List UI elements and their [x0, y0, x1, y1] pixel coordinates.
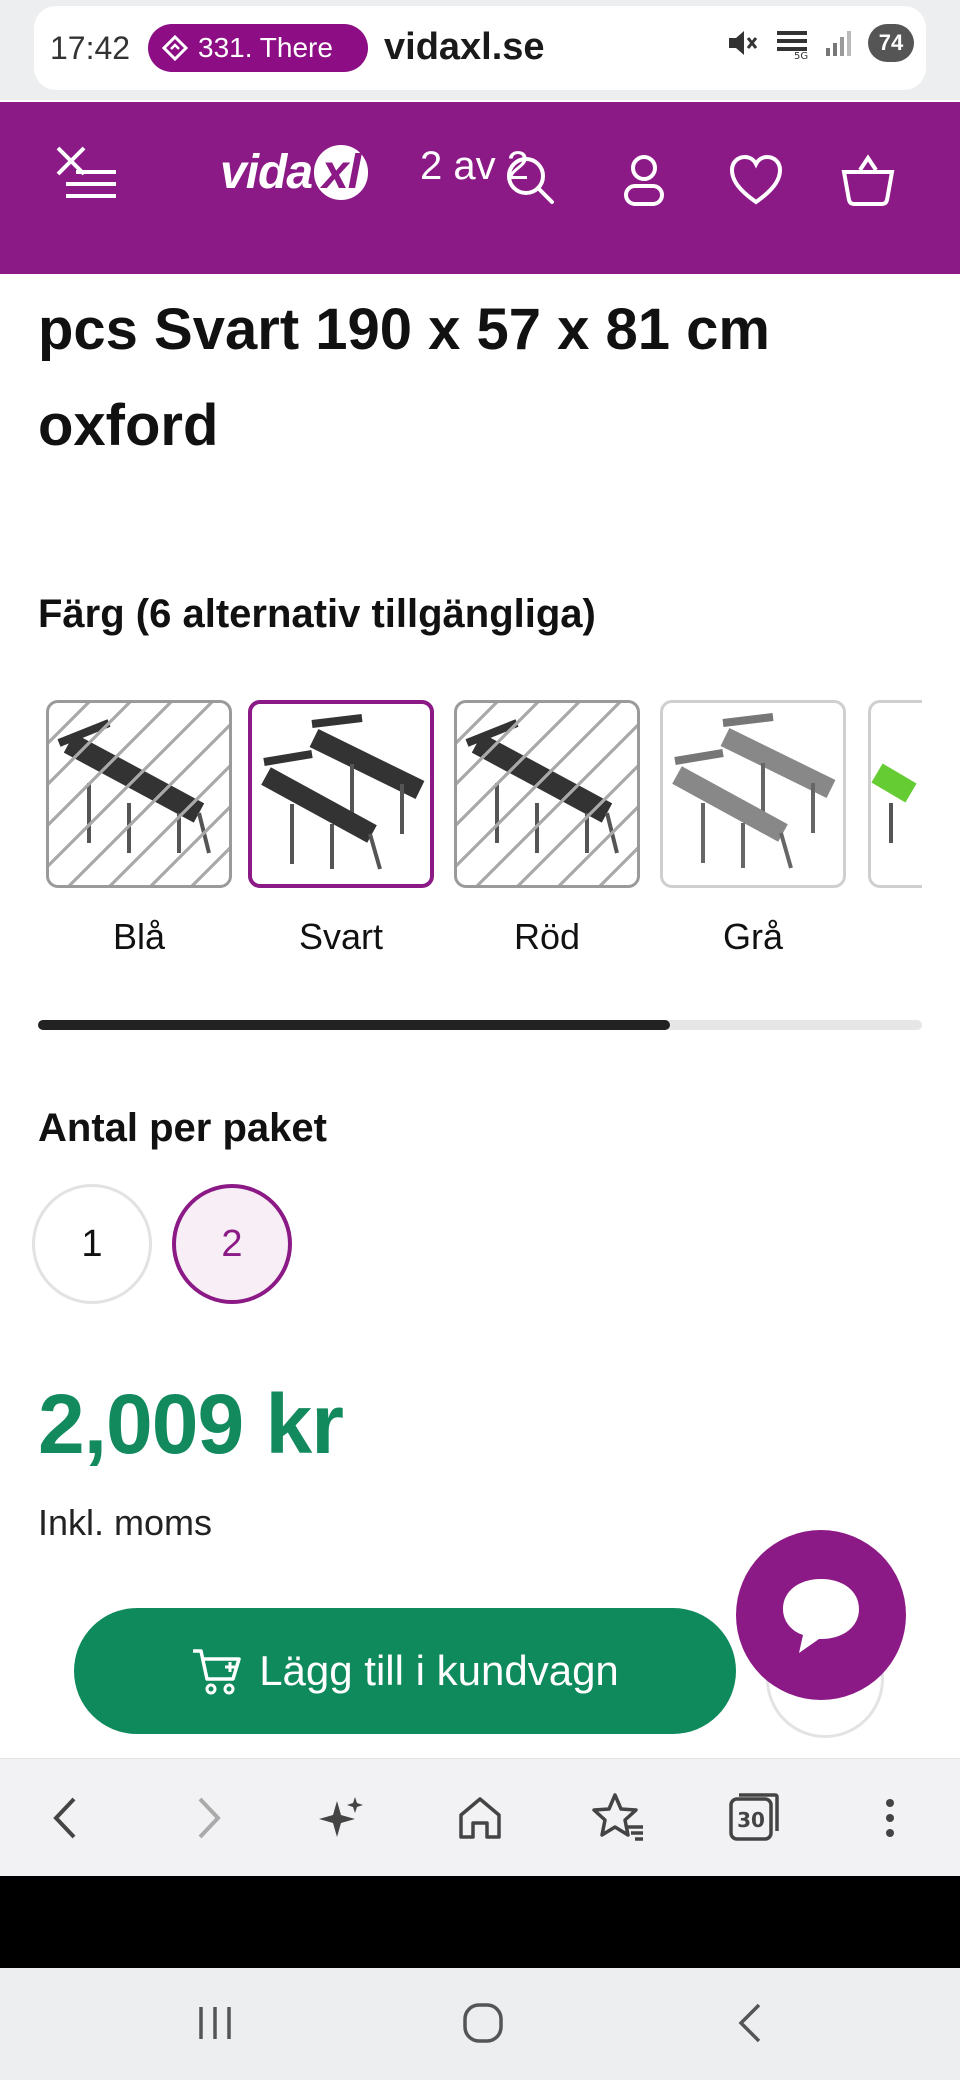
clock: 17:42 [50, 30, 131, 66]
bookmarks-icon[interactable] [586, 1786, 650, 1850]
logo-text: vida [220, 146, 313, 199]
black-band [0, 1876, 960, 1968]
color-label-rod: Röd [513, 916, 581, 957]
lounger-image [672, 713, 836, 869]
scrollbar-thumb[interactable] [38, 1020, 671, 1030]
notification-pill[interactable]: 331. There [148, 24, 368, 72]
notification-text: 331. There [198, 32, 333, 63]
heart-icon[interactable] [726, 150, 786, 210]
quantity-option-1[interactable]: 1 [32, 1184, 152, 1304]
basket-icon[interactable] [838, 150, 898, 210]
battery-indicator: 74 [868, 24, 914, 62]
color-swatch-svart[interactable] [248, 700, 434, 888]
recent-apps-icon[interactable] [180, 1992, 250, 2054]
url-domain[interactable]: vidaxl.se [384, 26, 545, 69]
tabs-icon[interactable]: 30 [722, 1786, 786, 1850]
logo-xl: xl [314, 145, 369, 200]
add-to-cart-button[interactable]: Lägg till i kundvagn [74, 1608, 736, 1734]
color-swatch-rod[interactable] [454, 700, 640, 888]
add-to-cart-label: Lägg till i kundvagn [259, 1647, 619, 1694]
color-section-title: Färg (6 alternativ tillgängliga) [38, 592, 596, 636]
out-of-stock-hatch [49, 703, 229, 885]
account-icon[interactable] [614, 150, 674, 210]
product-price: 2,009 kr [38, 1377, 344, 1471]
lounger-image [261, 714, 425, 870]
mute-icon [729, 31, 758, 55]
color-swatch-bla[interactable] [46, 700, 232, 888]
quantity-option-2[interactable]: 2 [172, 1184, 292, 1304]
quantity-section-title: Antal per paket [38, 1106, 327, 1150]
home-icon[interactable] [448, 1786, 512, 1850]
color-swatch-gron[interactable] [868, 700, 922, 888]
tabs-count: 30 [737, 1808, 765, 1832]
cart-icon [193, 1649, 241, 1695]
back-nav-icon[interactable] [716, 1992, 786, 2054]
chat-bubble-icon [783, 1579, 859, 1653]
menu-close-icon[interactable] [50, 140, 120, 210]
vidaxl-logo[interactable]: vida xl [220, 145, 369, 200]
system-icons: 5G 74 [726, 24, 914, 62]
search-icon[interactable] [500, 150, 560, 210]
chat-button[interactable] [736, 1530, 906, 1700]
product-title: pcs Svart 190 x 57 x 81 cm oxford [38, 297, 770, 458]
ai-sparkle-icon[interactable] [310, 1786, 374, 1850]
svg-text:5G: 5G [794, 51, 808, 61]
vat-note: Inkl. moms [38, 1502, 213, 1543]
home-nav-icon[interactable] [448, 1992, 518, 2054]
more-menu-icon[interactable] [858, 1786, 922, 1850]
color-carousel-scrollbar[interactable] [38, 1020, 922, 1030]
forward-icon[interactable] [176, 1786, 240, 1850]
diamond-icon [162, 35, 188, 61]
color-label-bla: Blå [112, 916, 166, 957]
color-swatch-carousel[interactable]: Blå Svart Röd Grå [46, 700, 922, 960]
back-icon[interactable] [34, 1786, 98, 1850]
signal-icon [826, 31, 851, 56]
lounger-image [871, 763, 917, 843]
data-icon: 5G [777, 31, 808, 61]
color-label-gra: Grå [722, 916, 783, 957]
out-of-stock-hatch [457, 703, 637, 885]
color-swatch-gra[interactable] [660, 700, 846, 888]
status-bar: 17:42 331. There vidaxl.se 5G 74 [0, 0, 960, 100]
color-label-svart: Svart [298, 916, 384, 957]
